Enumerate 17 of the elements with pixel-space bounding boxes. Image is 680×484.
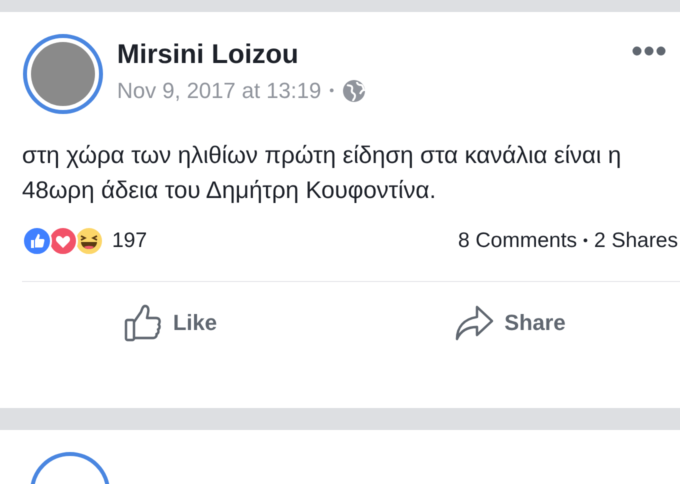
comments-count[interactable]: 8 Comments (458, 225, 578, 256)
like-reaction-icon (22, 226, 52, 256)
photo-placeholder (31, 42, 95, 106)
thumbs-up-icon (122, 302, 163, 342)
love-reaction-icon (48, 226, 78, 256)
avatar[interactable] (23, 34, 103, 114)
separator-dot: • (329, 81, 334, 100)
separator-dot: • (583, 231, 588, 250)
more-options-icon[interactable] (632, 46, 666, 56)
globe-icon (342, 78, 366, 102)
author-name[interactable]: Mirsini Loizou (117, 36, 632, 72)
like-button[interactable]: Like (0, 298, 340, 348)
post-text: στη χώρα των ηλιθίων πρώτη είδηση στα κανάλια είναι η 48ωρη άδεια του Δημήτρη Κουφοντίνα. (21, 141, 622, 206)
laughing-reaction-icon (74, 226, 104, 256)
reaction-count[interactable]: 197 (112, 225, 148, 256)
share-button[interactable]: Share (340, 298, 680, 348)
shares-count[interactable]: 2 Shares (594, 225, 678, 256)
